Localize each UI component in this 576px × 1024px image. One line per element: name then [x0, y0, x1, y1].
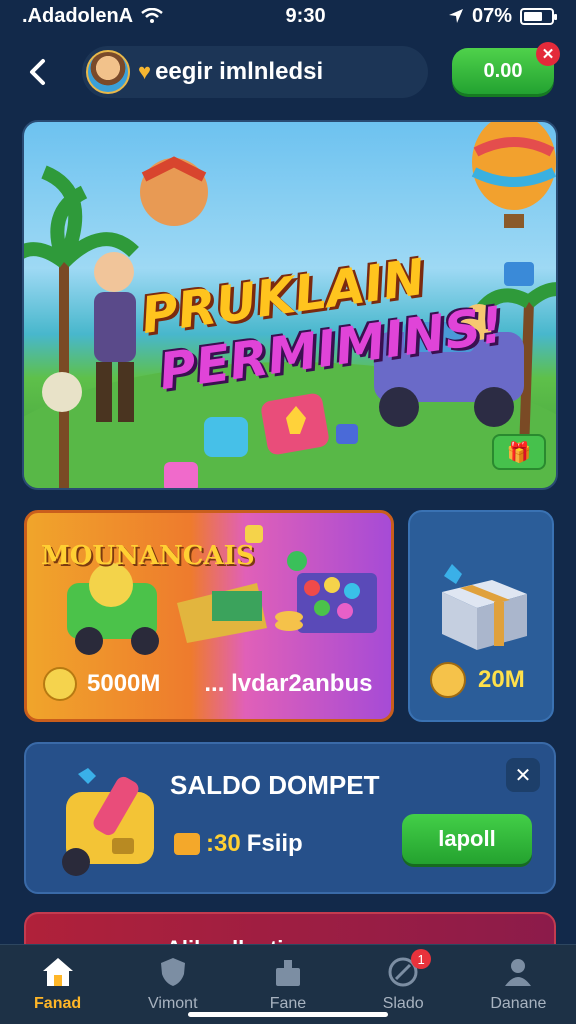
promo-title: MOUNANCAIS: [41, 541, 255, 571]
promo-subtitle: ... lvdar2anbus: [204, 670, 373, 697]
wallet-action-button[interactable]: lapoll: [402, 814, 532, 864]
hero-banner[interactable]: PRUKLAIN PERMIMINS! 🎁: [22, 120, 558, 490]
game-icon: [275, 960, 300, 986]
close-icon[interactable]: ✕: [506, 758, 540, 792]
clock: 9:30: [285, 4, 326, 27]
ticket-icon: [174, 833, 200, 855]
location-icon: [448, 9, 463, 23]
notification-badge: 1: [411, 949, 432, 969]
promo-card[interactable]: MOUNANCAIS 5000M ... lvdar2anbus: [24, 510, 394, 722]
tab-label: Slado: [382, 995, 424, 1012]
balance-label: 0.00: [483, 59, 523, 82]
promo-amount: 5000M: [87, 670, 161, 697]
back-button[interactable]: [20, 52, 54, 92]
gift-amount: 20M: [478, 666, 525, 693]
tab-label: Danane: [490, 995, 547, 1012]
tab-label: Fane: [269, 995, 307, 1012]
tab-vimont[interactable]: Vimont: [123, 955, 223, 1013]
battery-percent: 07%: [471, 4, 512, 27]
tab-home[interactable]: Fanad: [8, 955, 108, 1013]
status-bar: .AdadolenA 9:30 07%: [0, 0, 576, 32]
tab-label: Fanad: [34, 995, 82, 1012]
profile-icon: [505, 959, 532, 986]
wallet-amount: :30: [206, 830, 241, 857]
tab-label: Vimont: [148, 995, 198, 1012]
wifi-icon: [141, 8, 163, 23]
user-profile-pill[interactable]: ♥ eegir imlnledsi: [82, 46, 428, 98]
battery-icon: [520, 7, 557, 25]
gift-card[interactable]: 20M: [408, 510, 554, 722]
home-indicator: [188, 1012, 388, 1017]
home-icon: [42, 958, 73, 986]
tab-fane[interactable]: Fane: [238, 955, 338, 1013]
balance-badge: ✕: [536, 42, 560, 66]
wallet-art-icon: [62, 768, 154, 876]
balance-button[interactable]: 0.00 ✕: [452, 42, 560, 94]
gift-badge-icon[interactable]: 🎁: [492, 434, 546, 470]
gift-box-icon: [442, 564, 527, 650]
coin-icon: [43, 667, 77, 701]
tab-slado[interactable]: 1 Slado: [353, 949, 453, 1013]
heart-icon: ♥: [138, 59, 152, 84]
wallet-card: SALDO DOMPET :30 Fsiip lapoll ✕: [24, 742, 556, 894]
coin-icon: [430, 662, 466, 698]
user-name: eegir imlnledsi: [155, 58, 324, 85]
tab-profile[interactable]: Danane: [468, 955, 568, 1013]
avatar: [86, 50, 130, 94]
chevron-left-icon: [30, 59, 45, 85]
carrier-label: .AdadolenA: [22, 4, 134, 27]
header: ♥ eegir imlnledsi 0.00 ✕: [0, 42, 576, 100]
wallet-title: SALDO DOMPET: [170, 770, 380, 800]
wallet-amount-suffix: Fsiip: [246, 830, 303, 857]
shield-icon: [160, 958, 185, 986]
